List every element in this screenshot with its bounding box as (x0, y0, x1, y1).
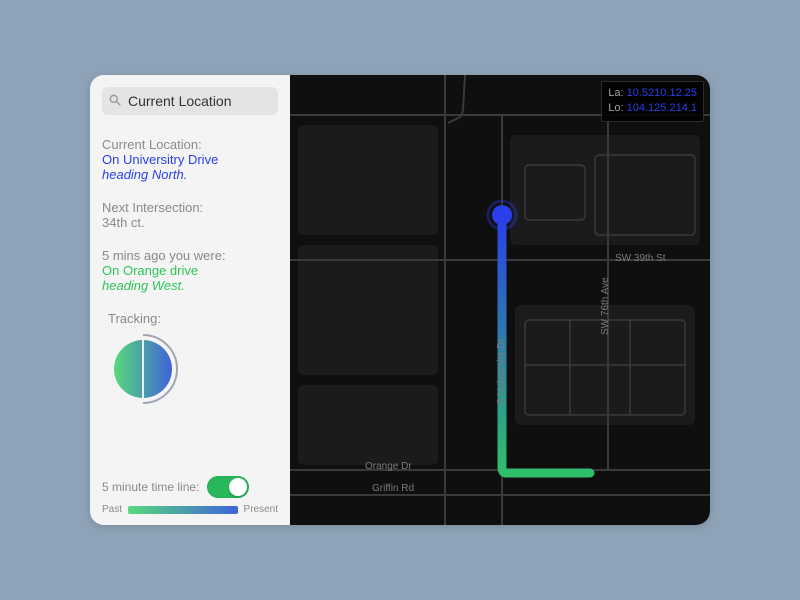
search-field[interactable]: ✕ (102, 87, 278, 115)
timeline-toggle[interactable] (207, 476, 249, 498)
next-intersection-value: 34th ct. (102, 215, 278, 230)
map-svg (290, 75, 710, 525)
sidebar: ✕ Current Location: On Universitry Drive… (90, 75, 290, 525)
legend-present: Present (244, 504, 278, 515)
timeline-row: 5 minute time line: (102, 476, 278, 500)
tracking-compass (108, 334, 178, 404)
current-location-block: Current Location: On Universitry Drive h… (102, 137, 278, 182)
app-card: ✕ Current Location: On Universitry Drive… (90, 75, 710, 525)
timeline-label: 5 minute time line: (102, 480, 199, 494)
tracking-label: Tracking: (108, 311, 278, 326)
lon-label: Lo: (608, 102, 623, 114)
legend-gradient (128, 506, 238, 514)
map-view[interactable]: La: 10.5210.12.25 Lo: 104.125.214.1 SW 3… (290, 75, 710, 525)
past-location-label: 5 mins ago you were: (102, 248, 278, 263)
info-panel: Current Location: On Universitry Drive h… (102, 137, 278, 404)
current-location-label: Current Location: (102, 137, 278, 152)
lon-value: 104.125.214.1 (627, 102, 697, 114)
current-location-heading: heading North. (102, 167, 278, 182)
legend-past: Past (102, 504, 122, 515)
timeline-legend: Past Present (102, 504, 278, 515)
coordinates-box: La: 10.5210.12.25 Lo: 104.125.214.1 (601, 81, 704, 122)
current-location-street: On Universitry Drive (102, 152, 278, 167)
past-location-heading: heading West. (102, 278, 278, 293)
past-location-street: On Orange drive (102, 263, 278, 278)
next-intersection-block: Next Intersection: 34th ct. (102, 200, 278, 230)
next-intersection-label: Next Intersection: (102, 200, 278, 215)
lat-label: La: (608, 87, 623, 99)
search-icon (108, 93, 122, 109)
past-location-block: 5 mins ago you were: On Orange drive hea… (102, 248, 278, 293)
lat-value: 10.5210.12.25 (627, 87, 697, 99)
search-input[interactable] (128, 93, 309, 109)
